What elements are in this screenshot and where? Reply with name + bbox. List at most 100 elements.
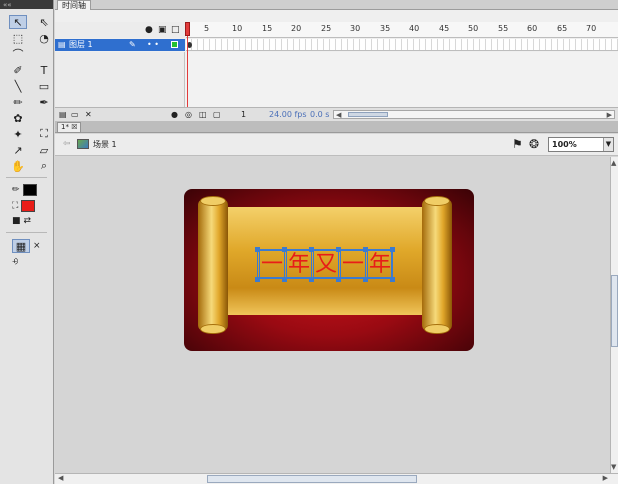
text-char[interactable]: 一: [340, 250, 366, 278]
text-char[interactable]: 一: [259, 250, 285, 278]
tools-divider-2: [6, 232, 47, 233]
scroll-up-icon[interactable]: ▲: [611, 159, 616, 167]
tool-options-row: ▦ ⨯: [0, 237, 53, 255]
text-char[interactable]: 年: [367, 250, 393, 278]
edit-multiple-icon[interactable]: ▢: [213, 110, 221, 119]
layer-outline-color-icon[interactable]: [171, 41, 178, 48]
ruler-tick: 45: [439, 24, 450, 33]
rectangle-tool-icon[interactable]: ▭: [35, 79, 53, 93]
fill-color-row: ⛶: [0, 198, 53, 214]
text-char[interactable]: 年: [286, 250, 312, 278]
close-tab-icon[interactable]: ☒: [71, 123, 77, 131]
edit-scene-icon[interactable]: ⚑: [512, 137, 523, 151]
3d-rotation-tool-icon[interactable]: ◔: [35, 31, 53, 45]
scroll-right-icon[interactable]: ▶: [603, 474, 608, 482]
frame-ruler[interactable]: 5 10 15 20 25 30 35 40 45 50 55 60 65 70: [186, 22, 618, 38]
frame-cells[interactable]: [186, 39, 618, 51]
ruler-tick: 40: [409, 24, 420, 33]
roll-cap-top: [424, 196, 450, 206]
blank-tool-slot-2: [35, 111, 53, 125]
scroll-down-icon[interactable]: ▼: [611, 463, 616, 471]
timeline-h-scrollbar[interactable]: ◀ ▶: [333, 110, 615, 119]
tools-panel-header: ««: [0, 0, 53, 9]
roll-cap-top: [200, 196, 226, 206]
text-char[interactable]: 又: [313, 250, 339, 278]
selection-tool-icon[interactable]: ↖: [9, 15, 27, 29]
layer-icon: ▤: [58, 40, 66, 49]
ruler-tick: 50: [468, 24, 479, 33]
scroll-roll-right: [422, 196, 452, 334]
onion-outline-icon[interactable]: ◫: [199, 110, 207, 119]
text-tool-icon[interactable]: T: [35, 63, 53, 77]
scroll-thumb[interactable]: [348, 112, 388, 117]
document-tab-label: 1*: [61, 123, 69, 131]
timeline-body: [55, 52, 618, 107]
bone-tool-icon[interactable]: ✦: [9, 127, 27, 141]
v-scroll-thumb[interactable]: [611, 275, 618, 347]
back-arrow-icon[interactable]: ⇦: [63, 139, 71, 149]
edit-pencil-icon: ✎: [129, 40, 136, 49]
stage[interactable]: 一 年 又 一 年: [184, 189, 474, 351]
onion-skin-icon[interactable]: ◎: [185, 110, 192, 119]
broken-text-characters: 一 年 又 一 年: [259, 250, 394, 278]
center-frame-icon[interactable]: ●: [171, 110, 178, 119]
layer-row[interactable]: ▤ 图层 1 ✎ • •: [55, 39, 618, 51]
hand-tool-icon[interactable]: ✋: [9, 159, 27, 173]
stage-v-scrollbar[interactable]: ▲ ▼: [610, 157, 618, 473]
scene-icon: [77, 139, 89, 149]
fill-color-swatch[interactable]: [21, 200, 36, 212]
zoom-tool-icon[interactable]: ⌕: [35, 159, 53, 173]
ruler-tick: 55: [498, 24, 509, 33]
paint-bucket-tool-icon[interactable]: ⛶: [35, 127, 53, 141]
smooth-icon[interactable]: ⨯: [33, 241, 41, 251]
subselection-tool-icon[interactable]: ⇖: [35, 15, 53, 29]
scroll-right-icon[interactable]: ▶: [607, 111, 612, 119]
collapse-icon[interactable]: ««: [0, 1, 12, 9]
current-frame: 1: [241, 110, 247, 119]
timeline-panel: 时间轴 ● ▣ □ 5 10 15 20 25 30 35 40 45 50 5…: [55, 0, 618, 121]
scene-label[interactable]: 场景 1: [93, 139, 117, 150]
blank-tool-slot: [35, 47, 53, 61]
snap-to-objects-icon[interactable]: ▦: [12, 239, 30, 253]
eye-icon[interactable]: ●: [145, 25, 153, 35]
document-tab[interactable]: 1* ☒: [57, 122, 82, 133]
black-white-icon[interactable]: ■: [12, 216, 21, 226]
frame-rate[interactable]: 24.00 fps: [269, 110, 307, 119]
outline-icon[interactable]: □: [171, 25, 180, 35]
scroll-left-icon[interactable]: ◀: [58, 474, 63, 482]
stage-h-scrollbar[interactable]: ◀ ▶: [55, 473, 618, 484]
new-layer-icon[interactable]: ▤: [59, 110, 67, 119]
chevron-down-icon[interactable]: ▼: [603, 138, 613, 151]
scroll-left-icon[interactable]: ◀: [336, 111, 341, 119]
eyedropper-tool-icon[interactable]: ↗: [9, 143, 27, 157]
lock-icon[interactable]: ▣: [158, 25, 167, 35]
line-tool-icon[interactable]: ╲: [9, 79, 27, 93]
playhead-handle[interactable]: [185, 22, 190, 36]
stage-area[interactable]: 一 年 又 一 年: [55, 157, 610, 473]
fill-bucket-icon: ⛶: [12, 201, 19, 211]
pencil-tool-icon[interactable]: ✏: [9, 95, 27, 109]
h-scroll-thumb[interactable]: [207, 475, 417, 483]
lasso-tool-icon[interactable]: ⌒: [9, 47, 27, 61]
swap-colors-icon[interactable]: ⇄: [24, 216, 32, 226]
delete-layer-icon[interactable]: ✕: [85, 110, 92, 119]
tool-options-row-2: ⨮: [0, 255, 53, 269]
eraser-tool-icon[interactable]: ▱: [35, 143, 53, 157]
new-folder-icon[interactable]: ▭: [71, 110, 79, 119]
zoom-value: 100%: [552, 140, 577, 149]
brush-tool-icon[interactable]: ✒: [35, 95, 53, 109]
pen-tool-icon[interactable]: ✐: [9, 63, 27, 77]
deco-tool-icon[interactable]: ✿: [9, 111, 27, 125]
ruler-tick: 60: [527, 24, 538, 33]
playhead[interactable]: [185, 22, 190, 118]
layer-name-cell[interactable]: ▤ 图层 1 ✎ • •: [55, 39, 185, 51]
edit-symbols-icon[interactable]: ❂: [529, 137, 539, 151]
ruler-tick: 65: [557, 24, 568, 33]
timeline-tab[interactable]: 时间轴: [57, 0, 91, 10]
roll-cap-bottom: [200, 324, 226, 334]
stroke-color-swatch[interactable]: [22, 184, 37, 196]
straighten-icon[interactable]: ⨮: [12, 257, 18, 267]
free-transform-tool-icon[interactable]: ⬚: [9, 31, 27, 45]
zoom-select[interactable]: 100% ▼: [548, 137, 614, 152]
layer-visibility-dots[interactable]: • •: [147, 39, 159, 51]
